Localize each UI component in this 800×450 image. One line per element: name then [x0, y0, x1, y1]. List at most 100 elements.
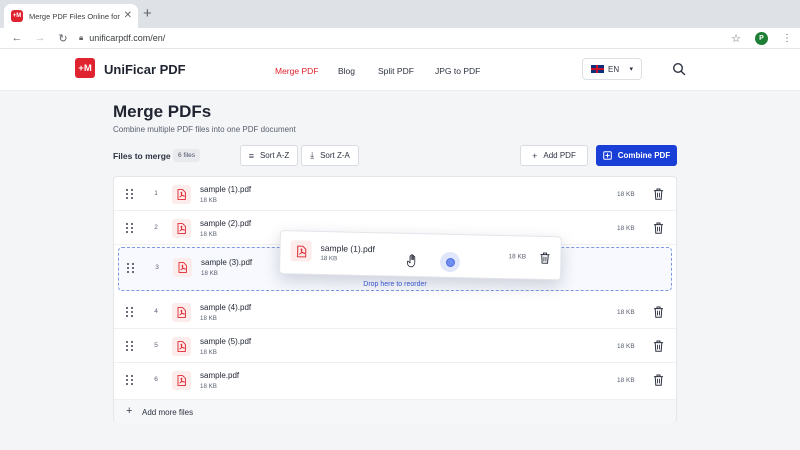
file-list: 1 sample (1).pdf 18 KB 18 KB 2 sample (2…: [113, 176, 677, 423]
files-to-merge-label: Files to merge: [113, 151, 171, 161]
uk-flag-icon: [591, 65, 604, 73]
language-label: EN: [608, 64, 620, 74]
file-index: 3: [155, 264, 159, 271]
close-icon[interactable]: ✕: [124, 11, 132, 21]
drop-position-indicator: [440, 252, 460, 272]
drag-handle-icon[interactable]: [126, 223, 134, 233]
lock-icon: 🔒︎: [79, 33, 84, 42]
favicon-icon: +M: [11, 10, 23, 22]
browser-tab[interactable]: +M Merge PDF Files Online for Free ✕: [4, 4, 138, 28]
sort-a-z-label: Sort A-Z: [259, 151, 290, 160]
file-index: 6: [154, 376, 158, 383]
pdf-file-icon: [290, 240, 312, 262]
browser-toolbar: ← → ↻ 🔒︎ unificarpdf.com/en/ ☆ P ⋮: [0, 28, 800, 49]
file-size-right: 18 KB: [617, 191, 635, 198]
tab-title: Merge PDF Files Online for Free: [29, 11, 120, 21]
nav-merge-pdf[interactable]: Merge PDF: [275, 66, 318, 76]
file-size: 18 KB: [200, 197, 217, 204]
nav-blog[interactable]: Blog: [338, 66, 355, 76]
dragged-file-card[interactable]: sample (1).pdf 18 KB 18 KB: [279, 230, 562, 281]
grab-cursor-icon: [406, 254, 416, 268]
drag-handle-icon[interactable]: [126, 189, 134, 199]
site-header: +M UniFicar PDF Merge PDF Blog Split PDF…: [0, 49, 800, 91]
file-row[interactable]: 5 sample (5).pdf 18 KB 18 KB: [114, 329, 676, 363]
pdf-file-icon: [172, 185, 191, 204]
file-size-right: 18 KB: [617, 309, 635, 316]
file-row[interactable]: 4 sample (4).pdf 18 KB 18 KB: [114, 295, 676, 329]
trash-icon[interactable]: [653, 374, 664, 386]
pdf-file-icon: [172, 219, 191, 238]
nav-split-pdf[interactable]: Split PDF: [378, 66, 414, 76]
plus-icon: +: [532, 150, 538, 161]
file-size-right: 18 KB: [508, 253, 527, 261]
drop-hint: Drop here to reorder: [363, 281, 427, 288]
more-menu-icon[interactable]: ⋮: [782, 33, 792, 44]
drag-handle-icon[interactable]: [126, 341, 134, 351]
add-pdf-button[interactable]: + Add PDF: [520, 145, 588, 166]
add-more-files-button[interactable]: + Add more files: [114, 399, 676, 423]
url-text: unificarpdf.com/en/: [89, 33, 166, 43]
search-icon[interactable]: [672, 62, 686, 76]
new-tab-button[interactable]: +: [143, 5, 152, 23]
chevron-down-icon: ▾: [629, 66, 633, 73]
download-icon: ⤓: [310, 150, 315, 160]
nav-jpg-to-pdf[interactable]: JPG to PDF: [435, 66, 480, 76]
browser-tab-bar: +M Merge PDF Files Online for Free ✕ +: [0, 0, 800, 28]
trash-icon[interactable]: [653, 222, 664, 234]
language-selector[interactable]: EN ▾: [582, 58, 642, 80]
file-count-badge: 6 files: [173, 149, 200, 162]
file-index: 1: [154, 190, 158, 197]
pdf-file-icon: [173, 258, 192, 277]
file-name: sample (5).pdf: [200, 337, 252, 346]
drag-handle-icon[interactable]: [126, 307, 134, 317]
back-arrow-icon[interactable]: ←: [8, 32, 26, 44]
file-size: 18 KB: [200, 315, 217, 322]
file-size: 18 KB: [200, 231, 217, 238]
pdf-file-icon: [172, 371, 191, 390]
file-name: sample (4).pdf: [200, 303, 252, 312]
trash-icon[interactable]: [653, 306, 664, 318]
trash-icon[interactable]: [653, 188, 664, 200]
add-pdf-label: Add PDF: [543, 151, 576, 160]
combine-pdf-button[interactable]: Combine PDF: [596, 145, 677, 166]
file-name: sample (1).pdf: [320, 242, 376, 255]
brand-name[interactable]: UniFicar PDF: [104, 62, 186, 77]
file-size-right: 18 KB: [617, 343, 635, 350]
drag-handle-icon[interactable]: [127, 263, 135, 273]
forward-arrow-icon[interactable]: →: [31, 32, 49, 44]
combine-pdf-label: Combine PDF: [617, 151, 671, 160]
file-size-right: 18 KB: [617, 225, 635, 232]
plus-icon: +: [126, 405, 133, 417]
file-size: 18 KB: [320, 254, 338, 263]
file-size: 18 KB: [200, 383, 217, 390]
trash-icon[interactable]: [653, 340, 664, 352]
pdf-file-icon: [172, 337, 191, 356]
pdf-file-icon: [172, 303, 191, 322]
file-size: 18 KB: [200, 349, 217, 356]
file-size-right: 18 KB: [617, 377, 635, 384]
sort-z-a-button[interactable]: ⤓ Sort Z-A: [301, 145, 359, 166]
file-index: 4: [154, 308, 158, 315]
drag-handle-icon[interactable]: [126, 375, 134, 385]
site-logo[interactable]: +M: [75, 58, 95, 78]
trash-icon[interactable]: [539, 252, 550, 264]
sort-a-z-button[interactable]: ≡ Sort A-Z: [240, 145, 298, 166]
filter-icon: ≡: [248, 150, 254, 161]
page-title: Merge PDFs: [113, 102, 212, 121]
sort-z-a-label: Sort Z-A: [320, 151, 350, 160]
file-row[interactable]: 6 sample.pdf 18 KB 18 KB: [114, 363, 676, 397]
file-name: sample (3).pdf: [201, 258, 253, 267]
merge-icon: [602, 151, 612, 160]
file-row[interactable]: 1 sample (1).pdf 18 KB 18 KB: [114, 177, 676, 211]
file-name: sample (2).pdf: [200, 219, 252, 228]
profile-avatar[interactable]: P: [755, 31, 768, 45]
file-index: 5: [154, 342, 158, 349]
file-name: sample.pdf: [200, 371, 240, 380]
bookmark-star-icon[interactable]: ☆: [731, 32, 741, 45]
file-size: 18 KB: [201, 270, 218, 277]
address-bar[interactable]: 🔒︎ unificarpdf.com/en/: [79, 30, 731, 47]
page-subtitle: Combine multiple PDF files into one PDF …: [113, 125, 296, 134]
file-name: sample (1).pdf: [200, 185, 252, 194]
file-index: 2: [154, 224, 158, 231]
reload-icon[interactable]: ↻: [54, 32, 72, 45]
